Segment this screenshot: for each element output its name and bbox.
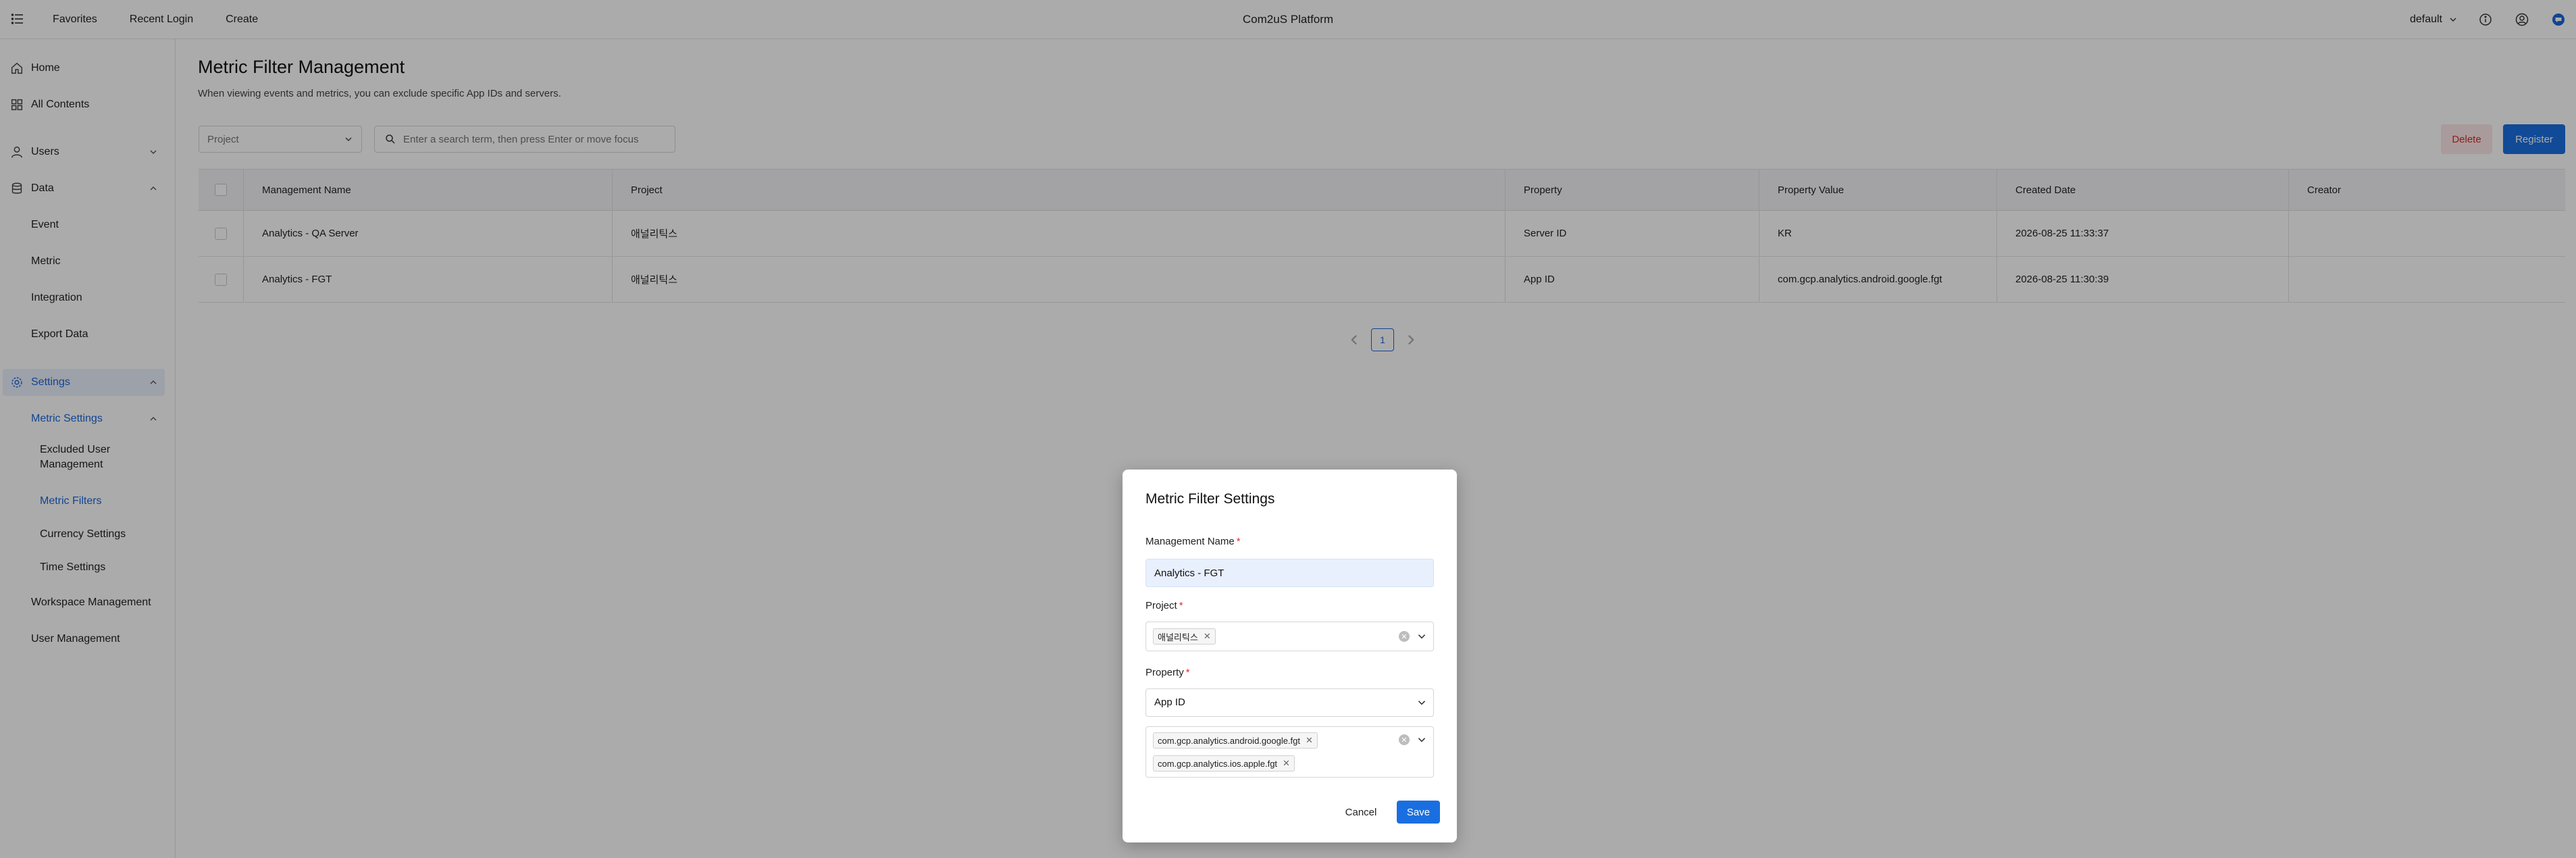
project-tag-label: 애널리틱스 <box>1158 632 1198 642</box>
chevron-down-icon <box>1418 701 1426 705</box>
property-value-tag: com.gcp.analytics.ios.apple.fgt ✕ <box>1153 755 1295 772</box>
remove-tag-icon[interactable]: ✕ <box>1306 735 1313 746</box>
clear-icon[interactable]: ✕ <box>1399 631 1410 642</box>
project-label: Project * <box>1145 600 1183 611</box>
dialog-title: Metric Filter Settings <box>1145 491 1275 507</box>
property-select[interactable]: App ID <box>1145 688 1434 717</box>
management-name-label: Management Name * <box>1145 536 1241 547</box>
chevron-down-icon[interactable] <box>1416 734 1427 745</box>
remove-tag-icon[interactable]: ✕ <box>1204 631 1211 642</box>
required-mark: * <box>1236 536 1241 547</box>
project-label-text: Project <box>1145 600 1177 611</box>
cancel-button[interactable]: Cancel <box>1340 801 1382 824</box>
property-value-tag-label: com.gcp.analytics.ios.apple.fgt <box>1158 758 1278 769</box>
project-multiselect[interactable]: 애널리틱스 ✕ ✕ <box>1145 622 1434 651</box>
management-name-label-text: Management Name <box>1145 536 1235 547</box>
metric-filter-settings-dialog: Metric Filter Settings Management Name * … <box>1123 470 1457 842</box>
remove-tag-icon[interactable]: ✕ <box>1283 758 1290 769</box>
save-button[interactable]: Save <box>1397 801 1440 824</box>
required-mark: * <box>1185 667 1190 678</box>
project-tag: 애널리틱스 ✕ <box>1153 628 1216 645</box>
property-value-multiselect[interactable]: com.gcp.analytics.android.google.fgt ✕ c… <box>1145 726 1434 778</box>
property-value-tag-label: com.gcp.analytics.android.google.fgt <box>1158 735 1301 746</box>
property-value-tag: com.gcp.analytics.android.google.fgt ✕ <box>1153 732 1318 749</box>
required-mark: * <box>1179 600 1183 611</box>
property-label: Property * <box>1145 667 1190 678</box>
management-name-input[interactable] <box>1145 559 1434 587</box>
clear-icon[interactable]: ✕ <box>1399 734 1410 745</box>
chevron-down-icon[interactable] <box>1416 631 1427 642</box>
property-label-text: Property <box>1145 667 1184 678</box>
property-selected-value: App ID <box>1154 697 1185 708</box>
